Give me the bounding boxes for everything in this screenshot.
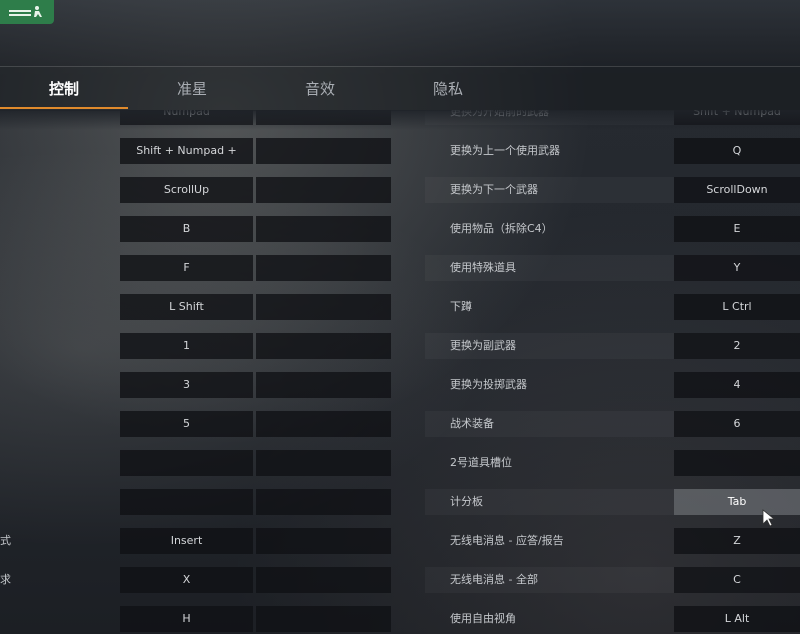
primary-key-button[interactable] (120, 450, 253, 476)
primary-key-button[interactable]: L Shift (120, 294, 253, 320)
primary-key-button[interactable]: Z (674, 528, 800, 554)
keybind-row-left (0, 489, 395, 515)
primary-key-button[interactable]: B (120, 216, 253, 242)
keybind-row-left: ScrollUp (0, 177, 395, 203)
keybind-row-right: 更换为副武器 2 (425, 333, 800, 359)
tab-crosshair[interactable]: 准星 (128, 67, 256, 109)
primary-key-button[interactable]: Q (674, 138, 800, 164)
keybind-row-right: 无线电消息 - 应答/报告 Z (425, 528, 800, 554)
keybind-action-label: 使用物品（拆除C4） (450, 222, 553, 235)
secondary-key-button[interactable] (256, 110, 391, 125)
exit-badge[interactable] (0, 0, 54, 24)
keybind-row-right: 更换为开始前的武器 Shift + Numpad (425, 110, 800, 125)
tab-controls[interactable]: 控制 (0, 67, 128, 109)
primary-key-button[interactable] (674, 450, 800, 476)
secondary-key-button[interactable] (256, 216, 391, 242)
keybind-row-right: 2号道具槽位 (425, 450, 800, 476)
keybind-row-right: 战术装备 6 (425, 411, 800, 437)
secondary-key-button[interactable] (256, 567, 391, 593)
keybind-action-label: 2号道具槽位 (450, 456, 512, 469)
top-bar (0, 0, 800, 66)
tab-audio[interactable]: 音效 (256, 67, 384, 109)
keybind-action-label: 更换为下一个武器 (450, 183, 538, 196)
keybind-action-label: 无线电消息 - 全部 (450, 573, 538, 586)
keybind-row-left: B (0, 216, 395, 242)
primary-key-button[interactable]: 3 (120, 372, 253, 398)
primary-key-button[interactable]: Shift + Numpad + (120, 138, 253, 164)
primary-key-button[interactable]: 4 (674, 372, 800, 398)
primary-key-button[interactable]: 5 (120, 411, 253, 437)
primary-key-button[interactable]: Tab (674, 489, 800, 515)
secondary-key-button[interactable] (256, 411, 391, 437)
primary-key-button[interactable]: ScrollUp (120, 177, 253, 203)
primary-key-button[interactable]: Insert (120, 528, 253, 554)
primary-key-button[interactable]: F (120, 255, 253, 281)
keybind-action-label: 式 (0, 534, 11, 547)
secondary-key-button[interactable] (256, 177, 391, 203)
keybind-action-label: 更换为开始前的武器 (450, 110, 549, 118)
keybind-row-right: 更换为下一个武器 ScrollDown (425, 177, 800, 203)
primary-key-button[interactable]: 1 (120, 333, 253, 359)
keybind-action-label: 求 (0, 573, 11, 586)
primary-key-button[interactable]: Y (674, 255, 800, 281)
keybind-row-right: 使用自由视角 L Alt (425, 606, 800, 632)
primary-key-button[interactable]: C (674, 567, 800, 593)
keybind-action-label: 计分板 (450, 495, 483, 508)
keybind-row-left (0, 450, 395, 476)
primary-key-button[interactable]: Numpad (120, 110, 253, 125)
keybind-row-left: F (0, 255, 395, 281)
secondary-key-button[interactable] (256, 528, 391, 554)
keybind-row-right: 使用特殊道具 Y (425, 255, 800, 281)
keybind-action-label: 更换为副武器 (450, 339, 516, 352)
tab-privacy[interactable]: 隐私 (384, 67, 512, 109)
keybind-row-left: 求X (0, 567, 395, 593)
keybind-row-left: 5 (0, 411, 395, 437)
secondary-key-button[interactable] (256, 294, 391, 320)
keybind-row-left: H (0, 606, 395, 632)
keybind-row-right: 无线电消息 - 全部 C (425, 567, 800, 593)
settings-tabs: 控制 准星 音效 隐私 (0, 66, 800, 111)
primary-key-button[interactable]: X (120, 567, 253, 593)
secondary-key-button[interactable] (256, 255, 391, 281)
keybind-row-right: 计分板 Tab (425, 489, 800, 515)
keybind-action-label: 更换为投掷武器 (450, 378, 527, 391)
keybind-action-label: 更换为上一个使用武器 (450, 144, 560, 157)
primary-key-button[interactable]: 6 (674, 411, 800, 437)
primary-key-button[interactable]: L Alt (674, 606, 800, 632)
keybind-row-left: 1 (0, 333, 395, 359)
primary-key-button[interactable]: ScrollDown (674, 177, 800, 203)
primary-key-button[interactable]: E (674, 216, 800, 242)
exit-icon (9, 6, 42, 17)
secondary-key-button[interactable] (256, 372, 391, 398)
keybind-row-left: L Shift (0, 294, 395, 320)
primary-key-button[interactable]: 2 (674, 333, 800, 359)
keybind-row-left: Numpad (0, 110, 395, 125)
keybind-list: Numpad Shift + Numpad + ScrollUp B F L Shift 1… (0, 110, 800, 634)
keybind-action-label: 无线电消息 - 应答/报告 (450, 534, 564, 547)
keybind-row-right: 更换为投掷武器 4 (425, 372, 800, 398)
secondary-key-button[interactable] (256, 450, 391, 476)
keybind-action-label: 战术装备 (450, 417, 494, 430)
secondary-key-button[interactable] (256, 606, 391, 632)
keybind-action-label: 使用特殊道具 (450, 261, 516, 274)
keybind-row-right: 使用物品（拆除C4） E (425, 216, 800, 242)
secondary-key-button[interactable] (256, 138, 391, 164)
keybind-row-left: Shift + Numpad + (0, 138, 395, 164)
primary-key-button[interactable] (120, 489, 253, 515)
keybind-action-label: 使用自由视角 (450, 612, 516, 625)
primary-key-button[interactable]: L Ctrl (674, 294, 800, 320)
secondary-key-button[interactable] (256, 489, 391, 515)
keybind-row-right: 更换为上一个使用武器 Q (425, 138, 800, 164)
keybind-row-left: 3 (0, 372, 395, 398)
mouse-cursor-icon (762, 509, 776, 527)
keybind-row-left: 式 Insert (0, 528, 395, 554)
secondary-key-button[interactable] (256, 333, 391, 359)
keybind-action-label: 下蹲 (450, 300, 472, 313)
primary-key-button[interactable]: Shift + Numpad (674, 110, 800, 125)
primary-key-button[interactable]: H (120, 606, 253, 632)
keybind-row-right: 下蹲 L Ctrl (425, 294, 800, 320)
